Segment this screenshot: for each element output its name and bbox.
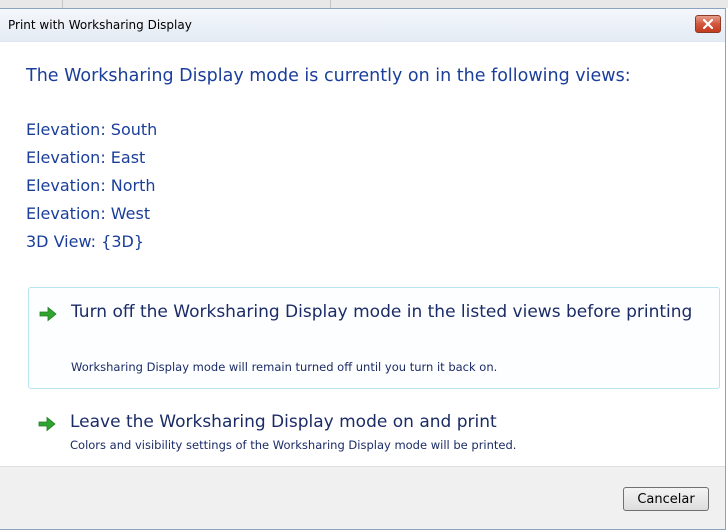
close-button[interactable] (695, 15, 721, 33)
print-dialog: Print with Worksharing Display The Works… (0, 8, 726, 530)
option-description: Colors and visibility settings of the Wo… (70, 438, 517, 452)
cancel-button[interactable]: Cancelar (623, 487, 709, 511)
list-item: Elevation: South (26, 120, 158, 139)
list-item: Elevation: East (26, 148, 146, 167)
dialog-title: Print with Worksharing Display (8, 18, 192, 32)
list-item: Elevation: West (26, 204, 151, 223)
option-title: Leave the Worksharing Display mode on an… (70, 412, 497, 432)
views-list: Elevation: South Elevation: East Elevati… (26, 116, 157, 256)
strip-divider (330, 0, 331, 8)
green-arrow-icon (39, 306, 57, 322)
list-item: 3D View: {3D} (26, 232, 145, 251)
dialog-content: The Worksharing Display mode is currentl… (0, 42, 725, 468)
list-item: Elevation: North (26, 176, 156, 195)
title-bar: Print with Worksharing Display (0, 9, 725, 42)
main-instruction: The Worksharing Display mode is currentl… (26, 66, 631, 86)
turn-off-and-print-option[interactable]: Turn off the Worksharing Display mode in… (28, 287, 720, 389)
leave-on-and-print-option[interactable]: Leave the Worksharing Display mode on an… (28, 398, 720, 468)
close-icon (703, 19, 713, 29)
option-description: Worksharing Display mode will remain tur… (71, 360, 498, 374)
button-footer: Cancelar (0, 466, 725, 529)
background-window-strip (0, 0, 728, 8)
green-arrow-icon (38, 416, 56, 432)
option-title: Turn off the Worksharing Display mode in… (71, 302, 693, 322)
strip-divider (62, 0, 63, 8)
